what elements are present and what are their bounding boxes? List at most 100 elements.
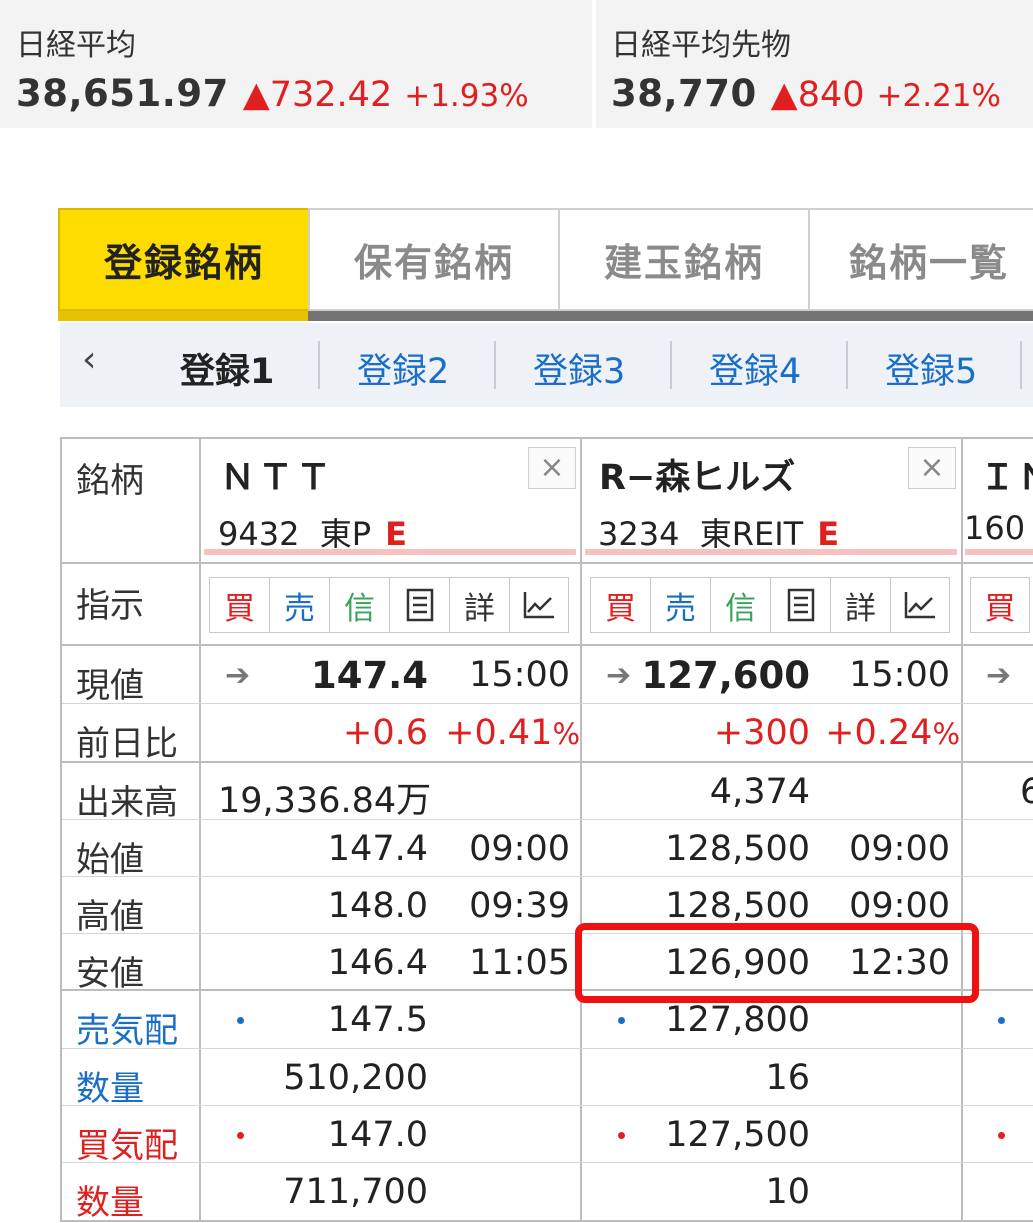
row-high: 高値 148.0 09:39 128,500 09:00 [62,877,1033,937]
row-label: 指示 [76,586,144,626]
high-time: 09:39 [469,886,570,926]
order-actions: 買 売 信 詳 [590,577,950,633]
ticker-name: 日経平均先物 [611,28,791,63]
subtab-register-3[interactable]: 登録3 [533,343,625,394]
row-label: 安値 [76,954,144,994]
tab-underline [308,311,1033,321]
tab-registered[interactable]: 登録銘柄 [58,208,308,311]
row-bid: 買気配 147.0 127,500 [62,1106,1033,1166]
low-time: 11:05 [469,943,570,983]
ticker-pct: +1.93% [404,78,529,114]
row-label: 銘柄 [76,461,144,501]
sell-button[interactable]: 売 [269,577,329,633]
ask-price: 127,800 [665,1000,810,1040]
order-actions: 買 売 信 詳 [209,577,569,633]
low-time: 12:30 [849,943,950,983]
bid-price: 127,500 [665,1115,810,1155]
bid-quantity: 10 [765,1172,810,1212]
chevron-left-icon[interactable]: ‹ [82,339,96,380]
subtab-register-2[interactable]: 登録2 [357,343,449,394]
pct-unit: % [932,717,960,751]
document-icon[interactable] [770,577,830,633]
arrow-right-icon: ➔ [986,658,1012,693]
row-label: 出来高 [76,783,178,823]
bid-price: 147.0 [327,1115,428,1155]
detail-button[interactable]: 詳 [830,577,890,633]
bid-dot [237,1132,244,1139]
price-change-pct: +0.24% [820,713,960,753]
subtab-separator [318,341,320,389]
high-time: 09:00 [849,886,950,926]
chart-icon[interactable] [509,577,569,633]
order-actions: 買 [970,577,1030,633]
detail-button[interactable]: 詳 [449,577,509,633]
open-price: 128,500 [665,829,810,869]
open-price: 147.4 [327,829,428,869]
open-time: 09:00 [849,829,950,869]
sell-button[interactable]: 売 [650,577,710,633]
price-time: 15:00 [469,655,570,695]
arrow-right-icon: ➔ [606,658,632,693]
stock-name[interactable]: ＮＴＴ [220,449,334,500]
ticker-change: ▲732.42 [242,75,393,115]
subtab-separator [494,341,496,389]
row-order: 指示 買 売 信 詳 買 売 信 詳 買 [62,564,1033,646]
ask-price: 147.5 [327,1000,428,1040]
buy-button[interactable]: 買 [590,577,650,633]
ticker-change: ▲840 [770,75,865,115]
row-current-price: 現値 ➔ 147.4 15:00 ➔ 127,600 15:00 ➔ [62,646,1033,706]
margin-button[interactable]: 信 [710,577,770,633]
stock-color-bar [965,549,1033,555]
current-price: 127,600 [641,654,810,697]
tab-stock-list[interactable]: 銘柄一覧 [808,208,1033,311]
subtab-register-5[interactable]: 登録5 [885,343,977,394]
ask-dot [237,1017,244,1024]
chart-icon[interactable] [890,577,950,633]
ask-dot [618,1017,625,1024]
row-label: 高値 [76,897,144,937]
row-label: 買気配 [76,1126,178,1166]
ask-quantity: 510,200 [283,1058,428,1098]
row-label: 現値 [76,666,144,706]
subtab-separator [1020,341,1022,389]
pct-unit: % [552,717,580,751]
tab-positions[interactable]: 建玉銘柄 [558,208,808,311]
close-icon[interactable]: × [528,447,576,489]
ticker-divider [592,0,596,128]
bid-dot [618,1132,625,1139]
high-price: 148.0 [327,886,428,926]
ticker-name: 日経平均 [16,28,136,63]
active-tab-indicator [58,311,308,321]
row-label: 数量 [76,1069,144,1109]
subtab-register-1[interactable]: 登録1 [180,343,274,394]
tab-holdings[interactable]: 保有銘柄 [308,208,558,311]
margin-button[interactable]: 信 [329,577,389,633]
buy-button[interactable]: 買 [970,577,1030,633]
subtab-register-4[interactable]: 登録4 [709,343,801,394]
stock-code: 9432 [218,515,300,553]
arrow-right-icon: ➔ [225,658,251,693]
bid-quantity: 711,700 [283,1172,428,1212]
stock-name[interactable]: ＩＮ [980,449,1033,500]
document-icon[interactable] [389,577,449,633]
price-time: 15:00 [849,655,950,695]
ticker-pct: +2.21% [876,78,1001,114]
buy-button[interactable]: 買 [209,577,269,633]
stock-code: 3234 [598,515,680,553]
row-label: 数量 [76,1183,144,1222]
row-change: 前日比 +0.6 +0.41% +300 +0.24% [62,704,1033,764]
volume: 6 [1020,772,1033,812]
row-volume: 出来高 19,336.84万 4,374 6 [62,763,1033,823]
status-badge: E [385,515,407,553]
row-label: 始値 [76,840,144,880]
ticker-price: 38,651.97 [16,72,229,115]
stock-name[interactable]: R−森ヒルズ [599,449,795,500]
close-icon[interactable]: × [908,447,956,489]
volume: 4,374 [709,772,810,812]
row-ask-qty: 数量 510,200 16 [62,1049,1033,1109]
low-price: 146.4 [327,943,428,983]
stock-color-bar [585,549,957,555]
ask-quantity: 16 [765,1058,810,1098]
pct-value: +0.41 [445,713,553,753]
ticker-price: 38,770 [611,72,757,115]
